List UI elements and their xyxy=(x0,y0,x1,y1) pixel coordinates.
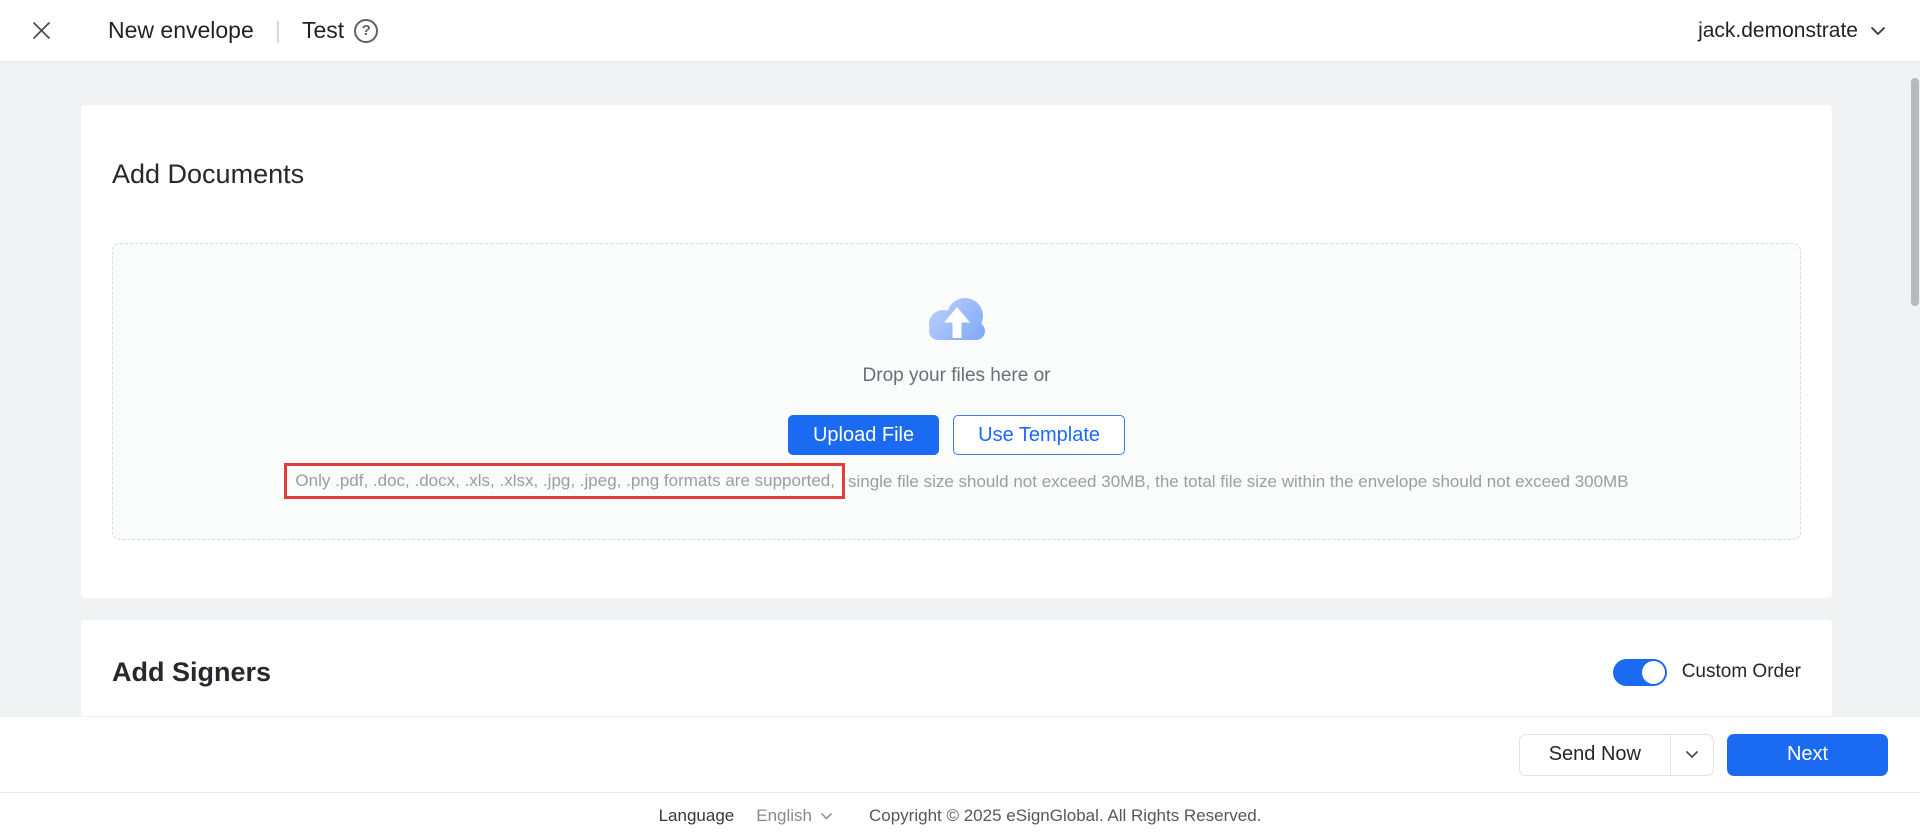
format-hint-row: Only .pdf, .doc, .docx, .xls, .xlsx, .jp… xyxy=(284,463,1628,499)
language-value: English xyxy=(756,806,812,826)
account-name: jack.demonstrate xyxy=(1698,19,1858,43)
close-icon-glyph xyxy=(32,21,51,40)
use-template-button[interactable]: Use Template xyxy=(953,415,1125,455)
toggle-knob xyxy=(1642,661,1665,684)
main-content: Add Documents Dr xyxy=(0,62,1920,792)
help-circle-icon[interactable]: ? xyxy=(354,19,378,43)
vertical-scrollbar-thumb[interactable] xyxy=(1911,78,1919,306)
dropzone-prompt: Drop your files here or xyxy=(863,366,1051,386)
language-label: Language xyxy=(659,806,735,826)
dropzone-buttons: Upload File Use Template xyxy=(788,415,1125,455)
upload-cloud-icon xyxy=(924,294,990,344)
custom-order-control: Custom Order xyxy=(1613,659,1801,686)
title-divider: | xyxy=(275,17,281,45)
account-menu[interactable]: jack.demonstrate xyxy=(1698,19,1886,43)
custom-order-label: Custom Order xyxy=(1682,661,1801,683)
close-icon[interactable] xyxy=(30,20,52,42)
format-hint-highlighted: Only .pdf, .doc, .docx, .xls, .xlsx, .jp… xyxy=(295,471,835,490)
send-now-dropdown-button[interactable] xyxy=(1671,735,1713,775)
add-signers-title: Add Signers xyxy=(112,656,271,688)
chevron-down-icon xyxy=(820,812,833,820)
add-documents-card: Add Documents Dr xyxy=(81,105,1832,598)
header-bar: New envelope | Test ? jack.demonstrate xyxy=(0,0,1920,62)
signers-header-row: Add Signers Custom Order xyxy=(112,656,1801,688)
file-dropzone[interactable]: Drop your files here or Upload File Use … xyxy=(112,243,1801,540)
chevron-down-icon xyxy=(1870,26,1886,36)
annotation-red-box: Only .pdf, .doc, .docx, .xls, .xlsx, .jp… xyxy=(284,463,845,499)
send-now-split-button: Send Now xyxy=(1519,734,1714,776)
chevron-down-icon xyxy=(1685,750,1699,759)
action-bar: Send Now Next xyxy=(0,716,1920,792)
copyright-text: Copyright © 2025 eSignGlobal. All Rights… xyxy=(869,806,1261,826)
custom-order-toggle[interactable] xyxy=(1613,659,1667,686)
envelope-name: Test xyxy=(302,17,344,44)
format-hint-rest: single file size should not exceed 30MB,… xyxy=(848,471,1629,492)
next-button[interactable]: Next xyxy=(1727,734,1888,776)
send-now-button[interactable]: Send Now xyxy=(1520,735,1670,775)
upload-file-button[interactable]: Upload File xyxy=(788,415,939,455)
envelope-title: New envelope xyxy=(108,17,254,44)
envelope-title-group: New envelope | Test ? xyxy=(108,17,378,45)
language-select[interactable]: English xyxy=(756,806,833,826)
new-envelope-page: New envelope | Test ? jack.demonstrate A… xyxy=(0,0,1920,839)
add-documents-title: Add Documents xyxy=(112,105,1801,191)
page-footer: Language English Copyright © 2025 eSignG… xyxy=(0,792,1920,839)
